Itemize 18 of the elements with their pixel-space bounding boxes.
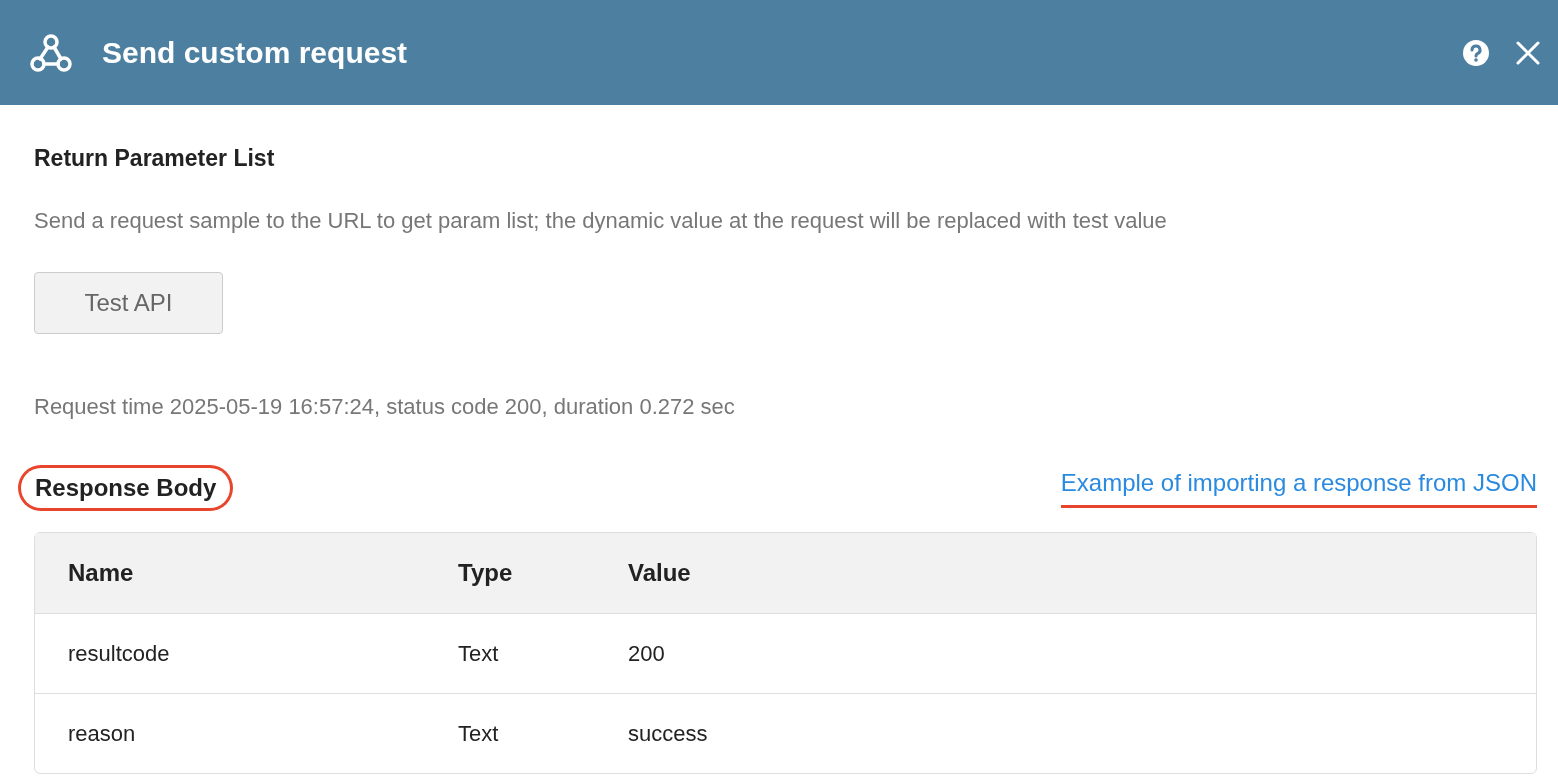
column-header: Type [425,533,595,613]
import-example-link[interactable]: Example of importing a response from JSON [1060,468,1537,508]
window-title: Send custom request [102,35,409,70]
column-header: Value [595,533,1536,613]
table-cell: Text [425,613,595,693]
request-info: Request time 2025-05-19 16:57:24, status code 200, duration 0.272 sec [34,394,736,420]
section-title: Return Parameter List [34,145,276,172]
table-cell: success [595,693,1536,773]
table-cell: resultcode [35,613,425,693]
response-body-title: Response Body [21,468,231,508]
close-icon[interactable] [1516,40,1540,65]
table-cell: Text [425,693,595,773]
table-cell: 200 [595,613,1536,693]
section-description: Send a request sample to the URL to get param list; the dynamic value at the request will be replaced with test value [34,208,1168,234]
test-api-button[interactable]: Test API [34,272,223,334]
help-icon[interactable] [1462,38,1490,67]
column-header: Name [35,533,425,613]
table-cell: reason [35,693,425,773]
